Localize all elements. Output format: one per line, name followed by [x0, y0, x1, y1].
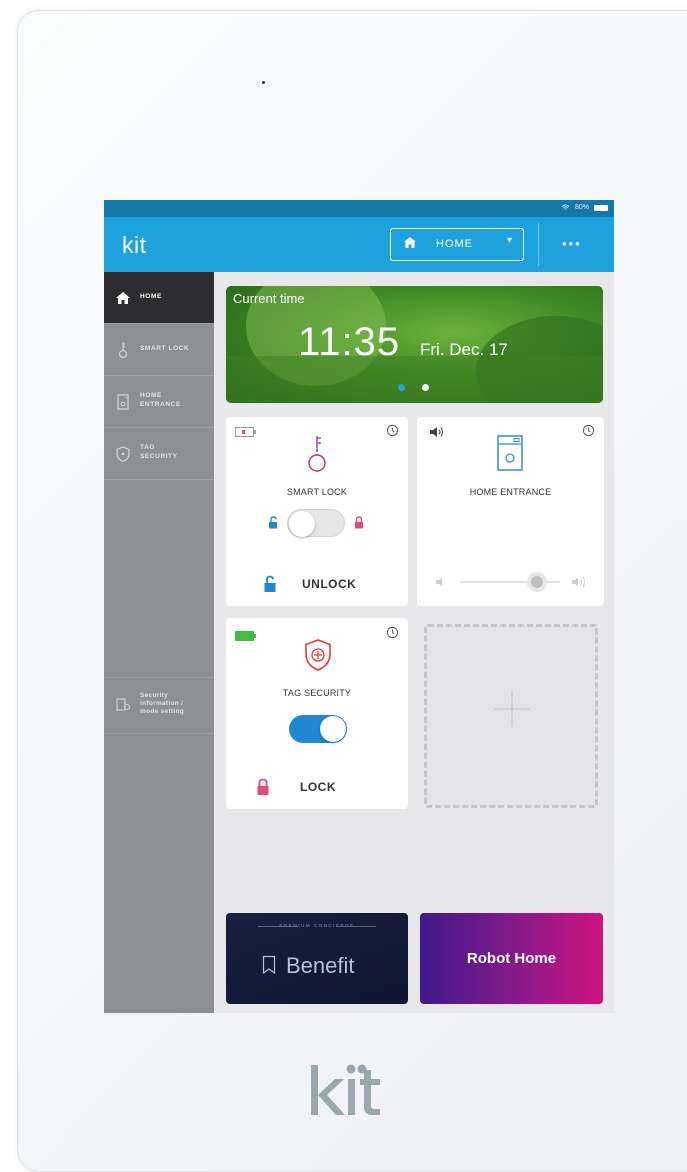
- unlock-action-button[interactable]: UNLOCK: [302, 577, 356, 591]
- sidebar-item-label: HOME: [140, 293, 162, 300]
- settings-doc-icon: [116, 698, 131, 711]
- kit-logo: [311, 1064, 380, 1115]
- history-icon[interactable]: [386, 424, 399, 437]
- chevron-down-icon: ▾: [506, 235, 513, 246]
- volume-slider[interactable]: [432, 570, 592, 596]
- sidebar-item-label: HOME ENTRANCE: [140, 391, 181, 409]
- home-select-dropdown[interactable]: HOME ▾: [390, 228, 524, 261]
- home-select-label: HOME: [436, 238, 473, 250]
- sidebar-item-label: SMART LOCK: [140, 345, 190, 352]
- speaker-icon: [430, 427, 443, 437]
- bookmark-icon: [262, 955, 276, 975]
- door-icon: [117, 394, 129, 410]
- benefit-promo-button[interactable]: PREMIUM CONCIERGE Benefit: [226, 913, 408, 1004]
- label-line2: SECURITY: [140, 453, 178, 460]
- smart-lock-card[interactable]: SMART LOCK UNLOCK: [226, 417, 408, 606]
- lock-icon: [355, 516, 363, 529]
- battery-low-icon: [235, 427, 256, 437]
- smart-lock-icon: [118, 342, 128, 359]
- clock-date: Fri. Dec. 17: [420, 340, 508, 359]
- toggle-knob: [289, 511, 315, 537]
- home-icon: [404, 237, 416, 248]
- benefit-subtitle: PREMIUM CONCIERGE: [279, 923, 355, 928]
- unlock-icon: [269, 516, 277, 529]
- history-icon[interactable]: [386, 626, 399, 639]
- card-title: TAG SECURITY: [282, 688, 352, 698]
- label-line1: TAG: [140, 444, 156, 451]
- home-entrance-card[interactable]: HOME ENTRANCE: [417, 417, 604, 606]
- shield-icon: [305, 639, 331, 671]
- wifi-icon: [561, 204, 570, 210]
- card-title: SMART LOCK: [286, 487, 348, 497]
- smart-lock-toggle[interactable]: [287, 509, 345, 537]
- benefit-label: Benefit: [286, 953, 355, 978]
- robot-home-label: Robot Home: [466, 950, 557, 967]
- header-divider: [538, 223, 539, 266]
- current-time-label: Current time: [233, 291, 305, 306]
- sidebar: HOME SMART LOCK HOME ENTRANCE TAG SECURITY: [104, 272, 214, 1013]
- home-icon: [116, 292, 130, 304]
- sidebar-item-tag-security[interactable]: TAG SECURITY: [104, 428, 214, 480]
- label-line2: information /: [140, 700, 184, 707]
- more-menu-button[interactable]: •••: [562, 236, 582, 251]
- banner-bokeh: [226, 356, 603, 403]
- sidebar-item-security-info[interactable]: Security information / mode setting: [104, 677, 214, 734]
- robot-home-button[interactable]: Robot Home: [420, 913, 603, 1004]
- tag-security-card[interactable]: TAG SECURITY LOCK: [226, 618, 408, 809]
- front-camera: [262, 81, 265, 84]
- toggle-knob: [320, 716, 346, 742]
- app-logo: kit: [122, 232, 147, 258]
- clock-time: 11:35: [298, 320, 401, 364]
- label-line3: mode setting: [140, 708, 185, 715]
- battery-icon: [594, 204, 608, 211]
- sidebar-item-home[interactable]: HOME: [104, 272, 214, 324]
- card-title: HOME ENTRANCE: [469, 487, 552, 497]
- battery-full-icon: [235, 631, 256, 641]
- lock-action-button[interactable]: LOCK: [300, 780, 336, 794]
- door-icon: [497, 435, 523, 471]
- history-icon[interactable]: [582, 424, 595, 437]
- lock-icon: [257, 778, 269, 795]
- status-bar: 80%: [104, 200, 614, 217]
- unlock-icon: [264, 575, 276, 592]
- label-line1: Security: [140, 692, 169, 699]
- app-screen: 80% kit HOME ▾ ••• HOME SMART LOCK HOME …: [104, 200, 614, 1013]
- carousel-dot-active[interactable]: [398, 384, 405, 391]
- carousel-dot[interactable]: [422, 384, 429, 391]
- battery-percent: 80%: [574, 204, 589, 211]
- decor-line: [336, 926, 376, 927]
- plus-icon: [494, 691, 530, 727]
- label-line1: HOME: [140, 392, 162, 399]
- sidebar-item-smart-lock[interactable]: SMART LOCK: [104, 324, 214, 376]
- tag-security-toggle[interactable]: [289, 715, 347, 743]
- current-time-banner[interactable]: Current time 11:35 Fri. Dec. 17: [226, 286, 603, 403]
- add-device-card[interactable]: [424, 624, 598, 808]
- sidebar-item-label: Security information / mode setting: [140, 692, 184, 716]
- top-bar: kit HOME ▾ •••: [104, 217, 614, 272]
- smart-lock-icon: [308, 436, 326, 472]
- label-line2: ENTRANCE: [140, 401, 181, 408]
- sidebar-item-label: TAG SECURITY: [140, 443, 178, 461]
- shield-icon: [116, 446, 130, 463]
- sidebar-item-home-entrance[interactable]: HOME ENTRANCE: [104, 376, 214, 428]
